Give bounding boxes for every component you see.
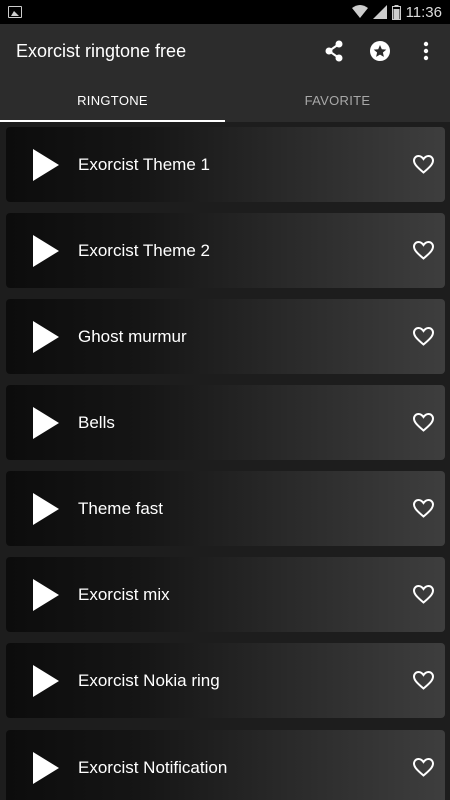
heart-outline-icon: [412, 671, 434, 690]
play-icon: [33, 148, 59, 181]
status-icons: 11:36: [351, 3, 442, 21]
app-title: Exorcist ringtone free: [16, 40, 187, 61]
play-button[interactable]: [16, 127, 76, 202]
play-icon: [33, 664, 59, 697]
ringtone-row[interactable]: Exorcist Theme 2: [6, 213, 445, 288]
heart-outline-icon: [412, 585, 434, 604]
rate-button[interactable]: [368, 39, 392, 63]
ringtone-title: Exorcist Nokia ring: [78, 670, 220, 690]
favorite-button[interactable]: [411, 669, 435, 693]
ringtone-title: Bells: [78, 412, 115, 432]
tab-bar: RINGTONE FAVORITE: [0, 78, 450, 122]
tab-favorite[interactable]: FAVORITE: [225, 78, 450, 122]
play-icon: [33, 578, 59, 611]
play-icon: [33, 492, 59, 525]
favorite-button[interactable]: [411, 153, 435, 177]
play-button[interactable]: [16, 730, 76, 800]
ringtone-title: Exorcist mix: [78, 584, 170, 604]
play-icon: [33, 234, 59, 267]
ringtone-title: Exorcist Theme 2: [78, 240, 210, 260]
share-icon: [325, 40, 343, 62]
star-icon: [370, 41, 390, 61]
play-icon: [33, 751, 59, 784]
play-button[interactable]: [16, 385, 76, 460]
play-button[interactable]: [16, 213, 76, 288]
ringtone-row[interactable]: Exorcist Theme 1: [6, 127, 445, 202]
play-button[interactable]: [16, 643, 76, 718]
ringtone-row[interactable]: Exorcist Nokia ring: [6, 643, 445, 718]
heart-outline-icon: [412, 155, 434, 174]
battery-icon: [391, 4, 401, 20]
favorite-button[interactable]: [411, 756, 435, 780]
status-bar: 11:36: [0, 0, 450, 24]
app-toolbar: Exorcist ringtone free: [0, 24, 450, 78]
ringtone-row[interactable]: Theme fast: [6, 471, 445, 546]
wifi-icon: [351, 5, 368, 18]
heart-outline-icon: [412, 499, 434, 518]
tab-ringtone[interactable]: RINGTONE: [0, 78, 225, 122]
play-button[interactable]: [16, 299, 76, 374]
share-button[interactable]: [322, 39, 346, 63]
favorite-button[interactable]: [411, 497, 435, 521]
ringtone-title: Theme fast: [78, 498, 164, 518]
ringtone-row[interactable]: Exorcist mix: [6, 557, 445, 632]
ringtone-row[interactable]: Bells: [6, 385, 445, 460]
more-vert-icon: [423, 41, 429, 61]
favorite-button[interactable]: [411, 583, 435, 607]
overflow-menu-button[interactable]: [414, 39, 438, 63]
play-icon: [33, 406, 59, 439]
gallery-icon: [8, 6, 22, 18]
heart-outline-icon: [412, 758, 434, 777]
play-button[interactable]: [16, 557, 76, 632]
heart-outline-icon: [412, 327, 434, 346]
signal-icon: [372, 5, 387, 19]
heart-outline-icon: [412, 241, 434, 260]
play-button[interactable]: [16, 471, 76, 546]
ringtone-title: Ghost murmur: [78, 326, 187, 346]
clock: 11:36: [405, 3, 442, 21]
ringtone-list[interactable]: Exorcist Theme 1 Exorcist Theme 2 Ghost …: [0, 122, 450, 800]
ringtone-title: Exorcist Theme 1: [78, 154, 210, 174]
favorite-button[interactable]: [411, 411, 435, 435]
heart-outline-icon: [412, 413, 434, 432]
toolbar-actions: [322, 39, 438, 63]
ringtone-row[interactable]: Ghost murmur: [6, 299, 445, 374]
play-icon: [33, 320, 59, 353]
favorite-button[interactable]: [411, 239, 435, 263]
ringtone-row[interactable]: Exorcist Notification: [6, 730, 445, 800]
ringtone-title: Exorcist Notification: [78, 757, 228, 777]
favorite-button[interactable]: [411, 325, 435, 349]
